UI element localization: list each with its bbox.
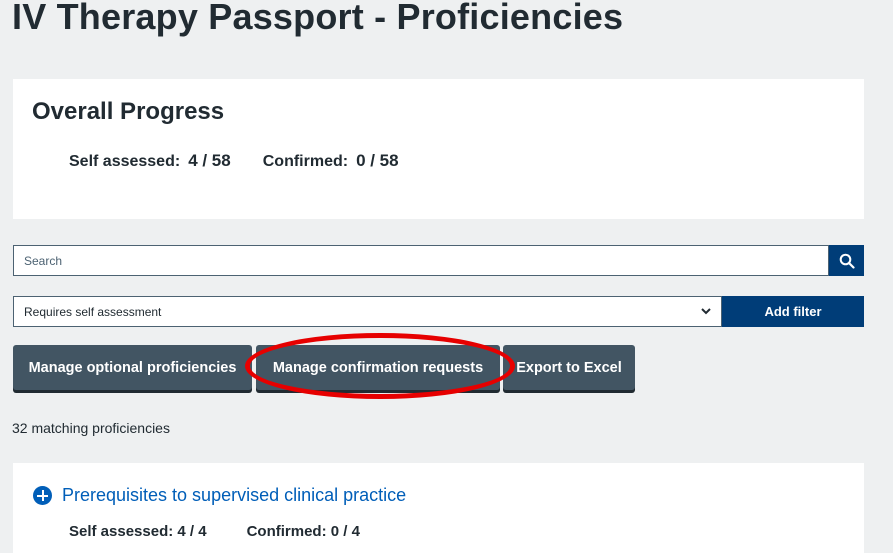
section-self-assessed: Self assessed: 4 / 4: [69, 523, 207, 540]
manage-confirmation-requests-button[interactable]: Manage confirmation requests: [256, 345, 500, 390]
add-filter-button[interactable]: Add filter: [722, 296, 864, 327]
plus-circle-icon: [33, 486, 52, 505]
self-assessed-label: Self assessed:: [69, 153, 181, 170]
search-button[interactable]: [829, 245, 864, 276]
self-assessed-value: 4 / 58: [188, 151, 231, 170]
overall-progress-title: Overall Progress: [32, 98, 225, 125]
search-input[interactable]: Search: [13, 245, 829, 276]
overall-progress-stats: Self assessed: 4 / 58 Confirmed: 0 / 58: [69, 151, 431, 171]
section-title: Prerequisites to supervised clinical pra…: [62, 485, 407, 505]
section-expand-link[interactable]: Prerequisites to supervised clinical pra…: [33, 485, 406, 506]
filter-selected-value: Requires self assessment: [24, 304, 162, 319]
chevron-down-icon: [701, 308, 711, 315]
section-card: Prerequisites to supervised clinical pra…: [13, 463, 864, 553]
section-confirmed: Confirmed: 0 / 4: [246, 523, 360, 540]
search-placeholder: Search: [24, 253, 63, 268]
manage-optional-proficiencies-button[interactable]: Manage optional proficiencies: [13, 345, 252, 390]
confirmed-value: 0 / 58: [356, 151, 399, 170]
export-to-excel-button[interactable]: Export to Excel: [503, 345, 635, 390]
matching-count: 32 matching proficiencies: [12, 420, 170, 436]
search-icon: [839, 253, 855, 269]
confirmed-label: Confirmed:: [262, 153, 349, 170]
overall-progress-card: Overall Progress Self assessed: 4 / 58 C…: [13, 79, 864, 219]
section-stats: Self assessed: 4 / 4 Confirmed: 0 / 4: [69, 523, 360, 540]
page-title: IV Therapy Passport - Proficiencies: [12, 0, 624, 37]
filter-select[interactable]: Requires self assessment: [13, 296, 722, 327]
